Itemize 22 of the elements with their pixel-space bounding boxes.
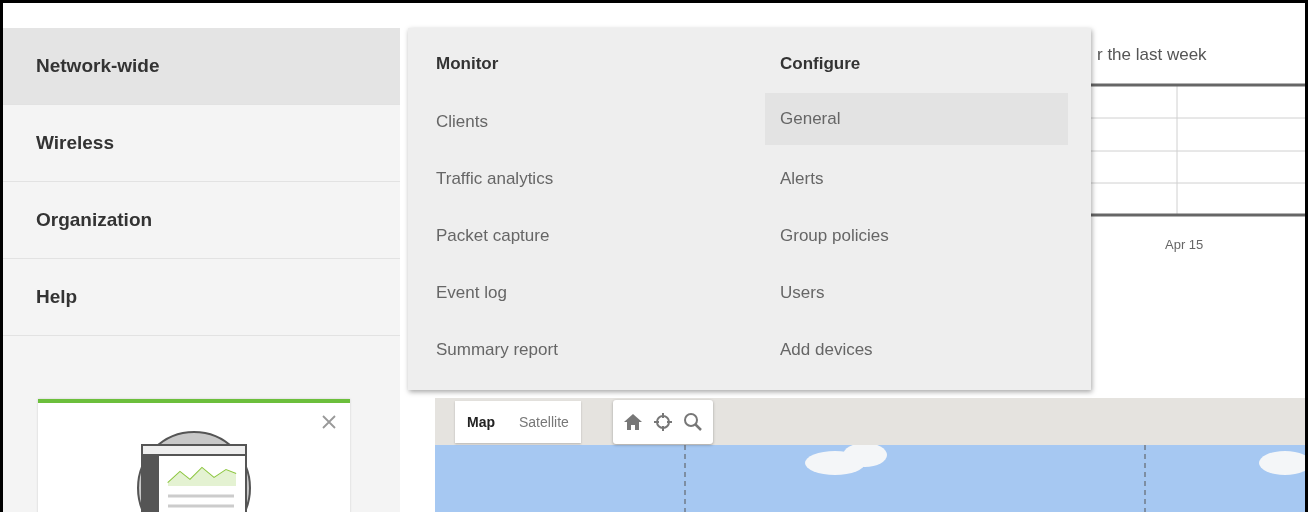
home-icon[interactable]	[622, 412, 643, 431]
chart-title: r the last week	[1096, 45, 1208, 66]
map-type-tab[interactable]: Map	[455, 400, 507, 443]
close-icon[interactable]	[322, 415, 336, 429]
menu-item[interactable]: Clients	[436, 93, 765, 150]
menu-item[interactable]: Event log	[436, 264, 765, 321]
map-type-tab[interactable]: Satellite	[507, 400, 581, 443]
menu-item[interactable]: Users	[765, 264, 1068, 321]
sidebar-item[interactable]: Network-wide	[3, 28, 400, 105]
crosshair-icon[interactable]	[652, 411, 673, 432]
menu-item[interactable]: General	[765, 93, 1068, 145]
search-icon[interactable]	[682, 411, 703, 432]
menu-item[interactable]: Traffic analytics	[436, 150, 765, 207]
menu-heading: Configure	[779, 52, 862, 75]
axis-label: Apr 15	[1165, 237, 1205, 252]
menu-item[interactable]: Add devices	[765, 321, 1068, 378]
map[interactable]: Map Satellite	[435, 398, 1305, 512]
menu-item[interactable]: Alerts	[765, 150, 1068, 207]
menu-item[interactable]: Packet capture	[436, 207, 765, 264]
menu-heading: Monitor	[436, 52, 500, 75]
menu-item[interactable]: Group policies	[765, 207, 1068, 264]
menu-item[interactable]: Summary report	[436, 321, 765, 378]
